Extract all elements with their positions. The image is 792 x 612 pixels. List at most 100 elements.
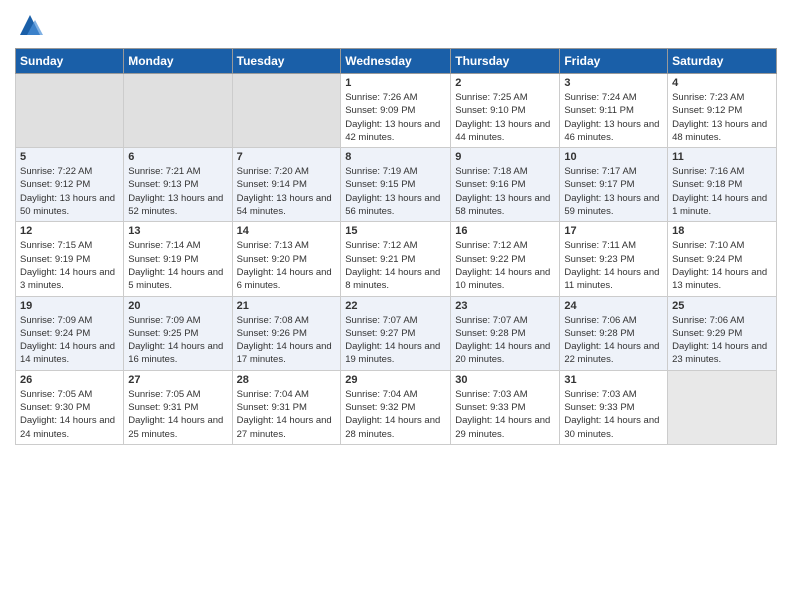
day-info: Sunrise: 7:14 AM Sunset: 9:19 PM Daylight:…	[128, 239, 227, 292]
day-info: Sunrise: 7:13 AMSunset: 9:20 PMDaylight:…	[237, 239, 337, 292]
sunrise-label: Sunrise: 7:10 AM	[672, 240, 744, 251]
calendar-header-wednesday: Wednesday	[341, 49, 451, 74]
calendar-table: SundayMondayTuesdayWednesdayThursdayFrid…	[15, 48, 777, 445]
sunrise-label: Sunrise: 7:25 AM	[455, 92, 527, 103]
calendar-cell-day-13: 13 Sunrise: 7:14 AM Sunset: 9:19 PM Dayligh…	[124, 222, 232, 296]
day-number: 28	[237, 374, 337, 386]
sunrise-label: Sunrise: 7:23 AM	[672, 92, 744, 103]
day-number: 19	[20, 300, 119, 312]
day-info: Sunrise: 7:26 AMSunset: 9:09 PMDaylight:…	[345, 91, 446, 144]
calendar-cell-day-5: 5Sunrise: 7:22 AMSunset: 9:12 PMDaylight…	[16, 148, 124, 222]
day-info: Sunrise: 7:23 AMSunset: 9:12 PMDaylight:…	[672, 91, 772, 144]
sunset-label: Sunset: 9:31 PM	[237, 402, 307, 413]
calendar-cell-day-16: 16Sunrise: 7:12 AMSunset: 9:22 PMDayligh…	[451, 222, 560, 296]
calendar-cell-day-24: 24Sunrise: 7:06 AMSunset: 9:28 PMDayligh…	[560, 296, 668, 370]
calendar-cell-day-14: 14Sunrise: 7:13 AMSunset: 9:20 PMDayligh…	[232, 222, 341, 296]
sunset-label: Sunset: 9:12 PM	[672, 105, 742, 116]
sunset-label: Sunset: 9:20 PM	[237, 254, 307, 265]
day-number: 15	[345, 225, 446, 237]
day-info: Sunrise: 7:03 AMSunset: 9:33 PMDaylight:…	[455, 388, 555, 441]
day-number: 1	[345, 77, 446, 89]
sunrise-label: Sunrise: 7:14 AM	[128, 240, 200, 251]
sunset-label: Sunset: 9:21 PM	[345, 254, 415, 265]
day-number: 29	[345, 374, 446, 386]
day-number: 3	[564, 77, 663, 89]
header	[15, 10, 777, 40]
calendar-cell-day-6: 6 Sunrise: 7:21 AMSunset: 9:13 PMDaylight…	[124, 148, 232, 222]
sunset-label: Sunset: 9:23 PM	[564, 254, 634, 265]
day-info: Sunrise: 7:09 AMSunset: 9:24 PMDaylight:…	[20, 314, 119, 367]
daylight-label: Daylight: 14 hours and 23 minutes.	[672, 341, 767, 365]
daylight-label: Daylight: 14 hours and 14 minutes.	[20, 341, 115, 365]
daylight-label: Daylight: 14 hours and 3 minutes.	[20, 267, 115, 291]
sunrise-label: Sunrise: 7:06 AM	[672, 315, 744, 326]
calendar-cell-day-18: 18Sunrise: 7:10 AMSunset: 9:24 PMDayligh…	[668, 222, 777, 296]
daylight-label: Daylight: 14 hours and 30 minutes.	[564, 415, 659, 439]
calendar-cell-day-27: 27Sunrise: 7:05 AMSunset: 9:31 PMDayligh…	[124, 370, 232, 444]
calendar-cell-day-7: 7Sunrise: 7:20 AMSunset: 9:14 PMDaylight…	[232, 148, 341, 222]
logo	[15, 10, 45, 40]
sunrise-label: Sunrise: 7:19 AM	[345, 166, 417, 177]
calendar-cell-day-17: 17 Sunrise: 7:11 AM Sunset: 9:23 PM Dayligh…	[560, 222, 668, 296]
day-info: Sunrise: 7:16 AMSunset: 9:18 PMDaylight:…	[672, 165, 772, 218]
sunset-label: Sunset: 9:28 PM	[455, 328, 525, 339]
calendar-cell-day-25: 25Sunrise: 7:06 AMSunset: 9:29 PMDayligh…	[668, 296, 777, 370]
calendar-cell-day-15: 15Sunrise: 7:12 AMSunset: 9:21 PMDayligh…	[341, 222, 451, 296]
sunrise-label: Sunrise: 7:11 AM	[564, 240, 636, 251]
day-info: Sunrise: 7:15 AMSunset: 9:19 PMDaylight:…	[20, 239, 119, 292]
day-number: 30	[455, 374, 555, 386]
calendar-header-tuesday: Tuesday	[232, 49, 341, 74]
daylight-label: Daylight: 14 hours and 20 minutes.	[455, 341, 550, 365]
day-info: Sunrise: 7:09 AMSunset: 9:25 PMDaylight:…	[128, 314, 227, 367]
daylight-label: Daylight: 14 hours and 22 minutes.	[564, 341, 659, 365]
day-info: Sunrise: 7:24 AMSunset: 9:11 PMDaylight:…	[564, 91, 663, 144]
sunrise-label: Sunrise: 7:09 AM	[128, 315, 200, 326]
day-number: 20	[128, 300, 227, 312]
calendar-header-thursday: Thursday	[451, 49, 560, 74]
calendar-cell-day-29: 29Sunrise: 7:04 AMSunset: 9:32 PMDayligh…	[341, 370, 451, 444]
daylight-label: Daylight: 14 hours and 5 minutes.	[128, 267, 223, 291]
sunset-label: Sunset: 9:16 PM	[455, 179, 525, 190]
day-number: 17	[564, 225, 663, 237]
daylight-label: Daylight: 14 hours and 1 minute.	[672, 193, 767, 217]
sunset-label: Sunset: 9:19 PM	[128, 254, 198, 265]
sunset-label: Sunset: 9:10 PM	[455, 105, 525, 116]
sunset-label: Sunset: 9:32 PM	[345, 402, 415, 413]
day-info: Sunrise: 7:03 AMSunset: 9:33 PMDaylight:…	[564, 388, 663, 441]
day-number: 5	[20, 151, 119, 163]
day-number: 6	[128, 151, 227, 163]
calendar-week-row: 26Sunrise: 7:05 AMSunset: 9:30 PMDayligh…	[16, 370, 777, 444]
sunset-label: Sunset: 9:30 PM	[20, 402, 90, 413]
calendar-header-friday: Friday	[560, 49, 668, 74]
day-number: 10	[564, 151, 663, 163]
day-info: Sunrise: 7:18 AMSunset: 9:16 PMDaylight:…	[455, 165, 555, 218]
calendar-header-monday: Monday	[124, 49, 232, 74]
logo-icon	[15, 10, 45, 40]
day-info: Sunrise: 7:06 AMSunset: 9:29 PMDaylight:…	[672, 314, 772, 367]
sunset-label: Sunset: 9:12 PM	[20, 179, 90, 190]
sunrise-label: Sunrise: 7:04 AM	[345, 389, 417, 400]
calendar-cell-day-19: 19 Sunrise: 7:09 AMSunset: 9:24 PMDayligh…	[16, 296, 124, 370]
day-info: Sunrise: 7:05 AMSunset: 9:30 PMDaylight:…	[20, 388, 119, 441]
daylight-label: Daylight: 14 hours and 11 minutes.	[564, 267, 659, 291]
day-number: 18	[672, 225, 772, 237]
day-number: 16	[455, 225, 555, 237]
calendar-cell-day-3: 3 Sunrise: 7:24 AMSunset: 9:11 PMDaylight…	[560, 74, 668, 148]
sunrise-label: Sunrise: 7:07 AM	[345, 315, 417, 326]
day-number: 9	[455, 151, 555, 163]
calendar-cell-day-26: 26Sunrise: 7:05 AMSunset: 9:30 PMDayligh…	[16, 370, 124, 444]
daylight-label: Daylight: 13 hours and 54 minutes.	[237, 193, 332, 217]
page: SundayMondayTuesdayWednesdayThursdayFrid…	[0, 0, 792, 455]
day-number: 12	[20, 225, 119, 237]
sunrise-label: Sunrise: 7:26 AM	[345, 92, 417, 103]
daylight-label: Daylight: 13 hours and 42 minutes.	[345, 119, 440, 143]
day-info: Sunrise: 7:21 AMSunset: 9:13 PMDaylight:…	[128, 165, 227, 218]
sunrise-label: Sunrise: 7:15 AM	[20, 240, 92, 251]
day-info: Sunrise: 7:04 AMSunset: 9:31 PMDaylight:…	[237, 388, 337, 441]
sunrise-label: Sunrise: 7:08 AM	[237, 315, 309, 326]
calendar-cell-empty	[16, 74, 124, 148]
day-info: Sunrise: 7:17 AMSunset: 9:17 PMDaylight:…	[564, 165, 663, 218]
day-number: 13	[128, 225, 227, 237]
calendar-cell-day-21: 21Sunrise: 7:08 AMSunset: 9:26 PMDayligh…	[232, 296, 341, 370]
day-number: 7	[237, 151, 337, 163]
